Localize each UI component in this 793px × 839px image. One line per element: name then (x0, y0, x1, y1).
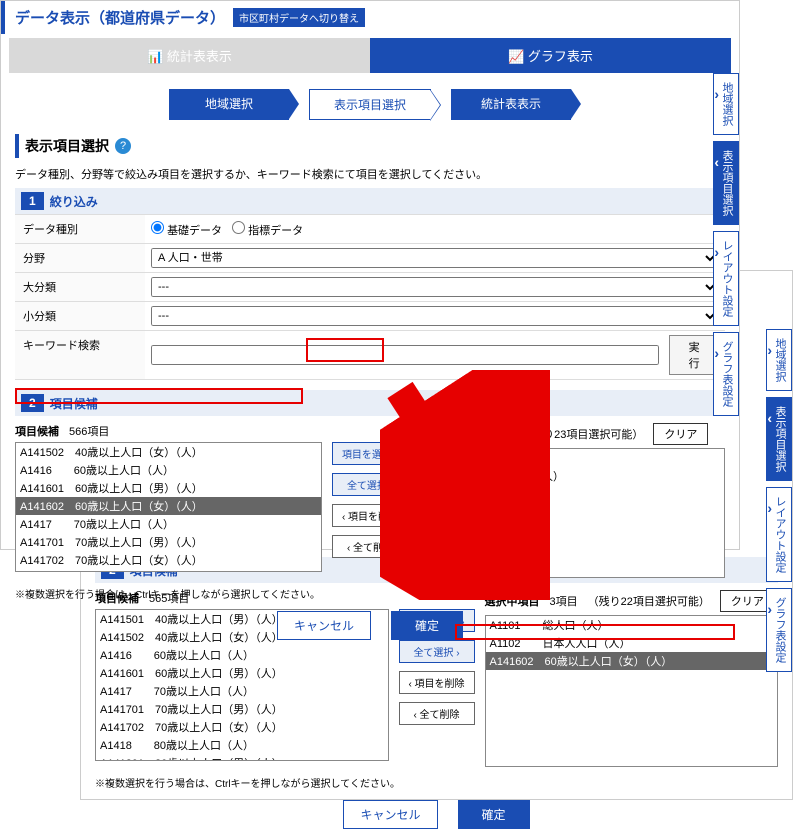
step-region[interactable]: 地域選択 (169, 89, 289, 120)
ok-button[interactable]: 確定 (391, 611, 463, 640)
list-item[interactable]: A141601 60歳以上人口（男）（人） (96, 664, 388, 682)
list-item[interactable]: A1418 80歳以上人口（人） (16, 569, 321, 572)
list-item[interactable]: A141502 40歳以上人口（女）（人） (16, 443, 321, 461)
radio-basic[interactable]: 基礎データ (151, 221, 222, 238)
label-datatype: データ種別 (15, 215, 145, 243)
list-item[interactable]: A141701 70歳以上人口（男）（人） (96, 700, 388, 718)
exec-button[interactable]: 実行 (669, 335, 719, 375)
clear-button[interactable]: クリア (653, 423, 708, 445)
side-graph[interactable]: グラフ表設定› (713, 332, 739, 416)
chevron-right-icon: › (767, 500, 772, 516)
cancel-button[interactable]: キャンセル (277, 611, 371, 640)
label-major: 大分類 (15, 273, 145, 301)
chevron-right-icon: › (767, 342, 772, 358)
add-button[interactable]: 項目を選択 › (332, 442, 408, 465)
chevron-right-icon: › (714, 345, 719, 361)
ok-button[interactable]: 確定 (458, 800, 530, 829)
help-icon[interactable]: ? (115, 138, 131, 154)
step-item[interactable]: 表示項目選択 (309, 89, 431, 120)
list-item[interactable]: A1418 80歳以上人口（人） (96, 736, 388, 754)
list-item[interactable]: A141602 60歳以上人口（女）（人） (486, 652, 778, 670)
step-table[interactable]: 統計表表示 (451, 89, 571, 120)
list-item[interactable]: A141702 70歳以上人口（女）（人） (16, 551, 321, 569)
chevron-right-icon: › (714, 244, 719, 260)
sel-header: 選択中項目 (418, 426, 473, 442)
list-item[interactable]: A1102 日本人人口（人） (419, 467, 724, 485)
list-item[interactable]: A1417 70歳以上人口（人） (16, 515, 321, 533)
delall-button[interactable]: ‹ 全て削除 (399, 702, 475, 725)
section-desc: データ種別、分野等で絞込み項目を選択するか、キーワード検索にて項目を選択してくだ… (15, 166, 725, 182)
side-region[interactable]: 地域選択› (766, 329, 792, 391)
multi-select-note: ※複数選択を行う場合は、Ctrlキーを押しながら選択してください。 (15, 586, 725, 601)
radio-indicator[interactable]: 指標データ (232, 221, 303, 238)
list-item[interactable]: A1101 総人口（人） (419, 449, 724, 467)
select-minor[interactable]: --- (151, 306, 719, 326)
label-field: 分野 (15, 244, 145, 272)
input-keyword[interactable] (151, 345, 659, 365)
chevron-left-icon: ‹ (714, 154, 719, 170)
cand-header: 項目候補 (15, 423, 59, 439)
list-item[interactable]: A1417 70歳以上人口（人） (96, 682, 388, 700)
side-item[interactable]: 表示項目選択‹ (713, 141, 739, 225)
subheader-candidates: 項目候補 (50, 395, 98, 412)
candidate-listbox[interactable]: A141502 40歳以上人口（女）（人）A1416 60歳以上人口（人）A14… (15, 442, 322, 572)
label-keyword: キーワード検索 (15, 331, 145, 379)
list-item[interactable]: A141801 80歳以上人口（男）（人） (96, 754, 388, 761)
select-field[interactable]: A 人口・世帯 (151, 248, 719, 268)
cand-count: 566項目 (69, 423, 109, 439)
chevron-right-icon: › (767, 601, 772, 617)
select-major[interactable]: --- (151, 277, 719, 297)
del-button[interactable]: ‹ 項目を削除 (399, 671, 475, 694)
delall-button[interactable]: ‹ 全て削除 (332, 535, 408, 558)
sel-remain: （残り23項目選択可能） (521, 426, 643, 442)
selected-listbox[interactable]: A1101 総人口（人）A1102 日本人人口（人） (418, 448, 725, 578)
multi-select-note: ※複数選択を行う場合は、Ctrlキーを押しながら選択してください。 (95, 775, 778, 790)
switch-data-button[interactable]: 市区町村データへ切り替え (233, 8, 365, 27)
list-item[interactable]: A141601 60歳以上人口（男）（人） (16, 479, 321, 497)
addall-button[interactable]: 全て選択 › (332, 473, 408, 496)
list-item[interactable]: A141702 70歳以上人口（女）（人） (96, 718, 388, 736)
section-title: 表示項目選択 (25, 136, 109, 156)
page-title: データ表示（都道府県データ） (15, 7, 225, 28)
list-item[interactable]: A141701 70歳以上人口（男）（人） (16, 533, 321, 551)
sel-count: 2項目 (483, 426, 511, 442)
tab-table[interactable]: 📊 統計表表示 (9, 38, 370, 73)
del-button[interactable]: ‹ 項目を削除 (332, 504, 408, 527)
list-item[interactable]: A1416 60歳以上人口（人） (16, 461, 321, 479)
chevron-left-icon: ‹ (767, 410, 772, 426)
side-layout[interactable]: レイアウト設定› (766, 487, 792, 582)
side-item[interactable]: 表示項目選択‹ (766, 397, 792, 481)
tab-graph[interactable]: 📈 グラフ表示 (370, 38, 731, 73)
subheader-filter: 絞り込み (50, 193, 98, 210)
chevron-right-icon: › (714, 86, 719, 102)
cancel-button[interactable]: キャンセル (343, 800, 437, 829)
side-graph[interactable]: グラフ表設定› (766, 588, 792, 672)
label-minor: 小分類 (15, 302, 145, 330)
side-layout[interactable]: レイアウト設定› (713, 231, 739, 326)
side-region[interactable]: 地域選択› (713, 73, 739, 135)
list-item[interactable]: A141602 60歳以上人口（女）（人） (16, 497, 321, 515)
